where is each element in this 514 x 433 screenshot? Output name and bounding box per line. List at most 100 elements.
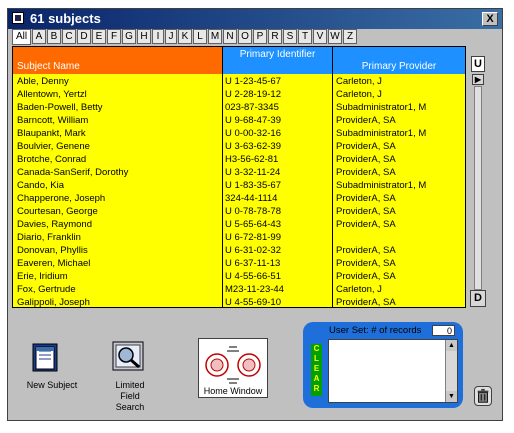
- subject-name-cell: Fox, Gertrude: [17, 284, 76, 295]
- user-set-list[interactable]: ▲ ▼: [328, 339, 458, 403]
- identifier-cell: U 2-28-19-12: [225, 89, 281, 100]
- tab-r[interactable]: R: [268, 29, 282, 44]
- subject-name-cell: Blaupankt, Mark: [17, 128, 86, 139]
- tab-a[interactable]: A: [32, 29, 46, 44]
- clear-letter: C: [313, 344, 320, 353]
- scroll-up-button[interactable]: U: [471, 56, 485, 72]
- table-row[interactable]: Cando, Kia U 1-83-35-67 Subadministrator1,…: [13, 179, 465, 192]
- tab-b[interactable]: B: [47, 29, 61, 44]
- table-row[interactable]: Fox, Gertrude M23-11-23-44 Carleton, J: [13, 283, 465, 296]
- tab-g[interactable]: G: [122, 29, 136, 44]
- user-set-panel: User Set: # of records 0 ▲ ▼ CLEAR: [303, 322, 463, 408]
- identifier-cell: U 3-63-62-39: [225, 141, 281, 152]
- column-header-subject-name[interactable]: Subject Name: [13, 47, 222, 74]
- subject-name-cell: Barncott, William: [17, 115, 89, 126]
- provider-cell: ProviderA, SA: [336, 115, 396, 126]
- scroll-right-arrow-icon[interactable]: ▶: [472, 74, 484, 85]
- tab-p[interactable]: P: [253, 29, 267, 44]
- table-row[interactable]: Davies, Raymond U 5-65-64-43 ProviderA, SA: [13, 218, 465, 231]
- tab-m[interactable]: M: [208, 29, 222, 44]
- tab-k[interactable]: K: [178, 29, 192, 44]
- table-row[interactable]: Courtesan, George U 0-78-78-78 ProviderA, …: [13, 205, 465, 218]
- subject-name-cell: Eaveren, Michael: [17, 258, 91, 269]
- app-icon: [12, 12, 24, 24]
- table-row[interactable]: Chapperone, Joseph 324-44-1114 ProviderA, …: [13, 192, 465, 205]
- identifier-cell: U 1-23-45-67: [225, 76, 281, 87]
- provider-cell: ProviderA, SA: [336, 154, 396, 165]
- vertical-scrollbar[interactable]: [474, 86, 482, 290]
- tab-w[interactable]: W: [328, 29, 342, 44]
- table-row[interactable]: Canada-SanSerif, Dorothy U 3-32-11-24 Prov…: [13, 166, 465, 179]
- subject-name-cell: Boulvier, Genene: [17, 141, 90, 152]
- table-row[interactable]: Brotche, Conrad H3-56-62-81 ProviderA, SA: [13, 153, 465, 166]
- table-row[interactable]: Allentown, Yertzl U 2-28-19-12 Carleton, J: [13, 88, 465, 101]
- tab-o[interactable]: O: [238, 29, 252, 44]
- identifier-cell: 324-44-1114: [225, 193, 278, 204]
- window-title: 61 subjects: [30, 11, 101, 26]
- table-row[interactable]: Diario, Franklin U 6-72-81-99: [13, 231, 465, 244]
- table-row[interactable]: Able, Denny U 1-23-45-67 Carleton, J: [13, 75, 465, 88]
- subject-name-cell: Cando, Kia: [17, 180, 65, 191]
- tab-n[interactable]: N: [223, 29, 237, 44]
- identifier-cell: H3-56-62-81: [225, 154, 279, 165]
- seal-logo-icon: [205, 346, 261, 384]
- tab-z[interactable]: Z: [343, 29, 357, 44]
- table-row[interactable]: Erie, Iridium U 4-55-66-51 ProviderA, SA: [13, 270, 465, 283]
- tab-s[interactable]: S: [283, 29, 297, 44]
- table-row[interactable]: Boulvier, Genene U 3-63-62-39 ProviderA, S…: [13, 140, 465, 153]
- identifier-cell: U 3-32-11-24: [225, 167, 281, 178]
- table-row[interactable]: Barncott, William U 9-68-47-39 ProviderA, …: [13, 114, 465, 127]
- identifier-cell: U 1-83-35-67: [225, 180, 281, 191]
- tab-j[interactable]: J: [165, 29, 177, 44]
- tab-l[interactable]: L: [193, 29, 207, 44]
- provider-cell: ProviderA, SA: [336, 271, 396, 282]
- tab-h[interactable]: H: [137, 29, 151, 44]
- trash-icon[interactable]: [474, 386, 492, 406]
- subject-name-cell: Erie, Iridium: [17, 271, 68, 282]
- limited-field-search-label: Limited Field Search: [115, 380, 145, 412]
- table-row[interactable]: Baden-Powell, Betty 023-87-3345 Subadminis…: [13, 101, 465, 114]
- provider-cell: ProviderA, SA: [336, 193, 396, 204]
- title-bar[interactable]: 61 subjects X: [8, 9, 502, 29]
- identifier-cell: U 4-55-69-10: [225, 297, 281, 308]
- subject-name-cell: Allentown, Yertzl: [17, 89, 87, 100]
- new-subject-label: New Subject: [26, 380, 78, 390]
- user-set-label: User Set: # of records: [329, 325, 422, 336]
- column-header-primary-identifier[interactable]: Primary Identifier: [222, 47, 332, 74]
- identifier-cell: U 0-78-78-78: [225, 206, 281, 217]
- table-row[interactable]: Donovan, Phyllis U 6-31-02-32 ProviderA, S…: [13, 244, 465, 257]
- scroll-up-arrow-icon[interactable]: ▲: [446, 340, 457, 351]
- tab-c[interactable]: C: [62, 29, 76, 44]
- table-row[interactable]: Blaupankt, Mark U 0-00-32-16 Subadministra…: [13, 127, 465, 140]
- home-window-button[interactable]: Home Window: [198, 338, 268, 398]
- home-window-label: Home Window: [203, 386, 263, 396]
- scroll-down-button[interactable]: D: [470, 290, 486, 307]
- subject-name-cell: Brotche, Conrad: [17, 154, 87, 165]
- provider-cell: ProviderA, SA: [336, 206, 396, 217]
- provider-cell: Subadministrator1, M: [336, 128, 427, 139]
- tab-i[interactable]: I: [152, 29, 164, 44]
- provider-cell: Carleton, J: [336, 76, 382, 87]
- tab-e[interactable]: E: [92, 29, 106, 44]
- user-set-scrollbar[interactable]: ▲ ▼: [445, 340, 457, 402]
- identifier-cell: U 0-00-32-16: [225, 128, 281, 139]
- tab-t[interactable]: T: [298, 29, 312, 44]
- tab-d[interactable]: D: [77, 29, 91, 44]
- table-row[interactable]: Eaveren, Michael U 6-37-11-13 ProviderA, S…: [13, 257, 465, 270]
- provider-cell: ProviderA, SA: [336, 219, 396, 230]
- tab-all[interactable]: All: [12, 29, 31, 45]
- column-header-primary-provider[interactable]: Primary Provider: [332, 47, 465, 74]
- provider-cell: ProviderA, SA: [336, 297, 396, 308]
- subjects-table: Subject Name Primary Identifier Primary …: [12, 46, 466, 308]
- identifier-cell: M23-11-23-44: [225, 284, 284, 295]
- close-button[interactable]: X: [482, 12, 498, 26]
- provider-cell: Carleton, J: [336, 89, 382, 100]
- table-row[interactable]: Galippoli, Joseph U 4-55-69-10 ProviderA, …: [13, 296, 465, 308]
- tab-f[interactable]: F: [107, 29, 121, 44]
- record-count-field[interactable]: 0: [432, 325, 455, 336]
- identifier-cell: 023-87-3345: [225, 102, 279, 113]
- scroll-down-arrow-icon[interactable]: ▼: [446, 391, 457, 402]
- tab-v[interactable]: V: [313, 29, 327, 44]
- clear-button[interactable]: CLEAR: [311, 344, 322, 396]
- clear-letter: R: [313, 384, 320, 393]
